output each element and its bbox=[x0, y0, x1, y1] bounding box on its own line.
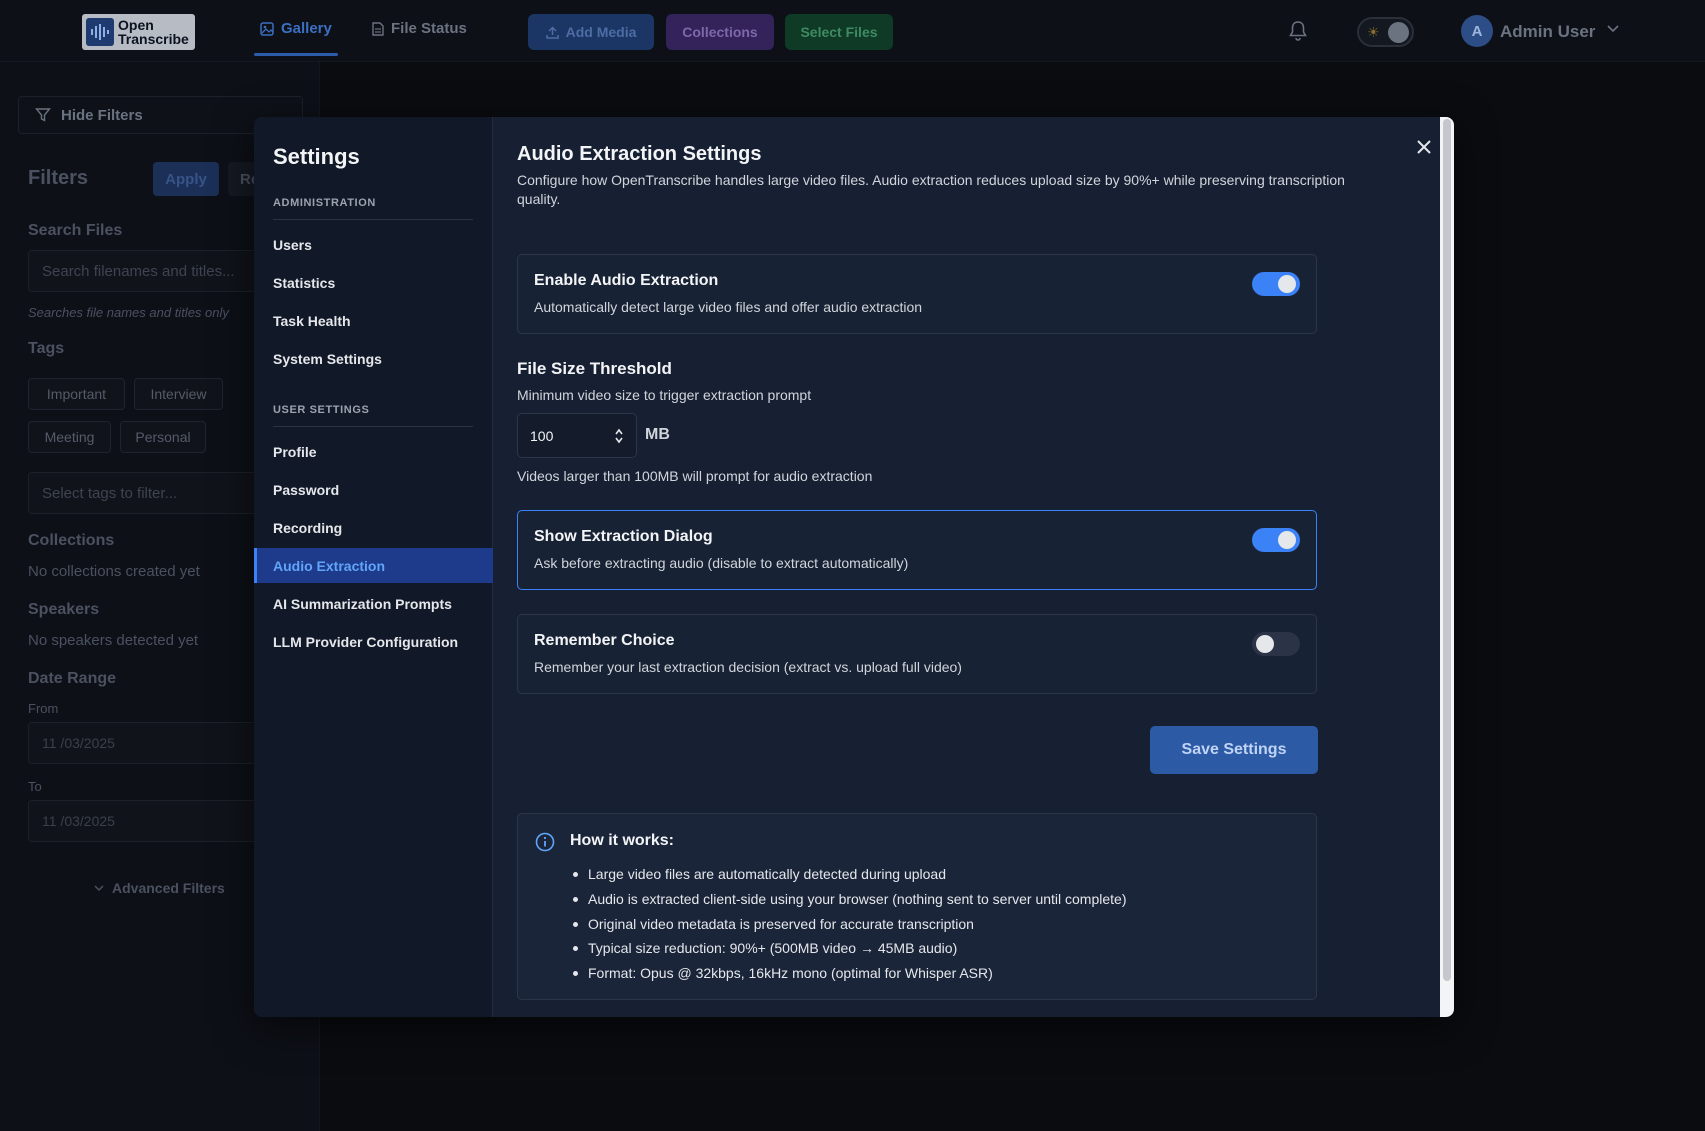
tab-file-status-label: File Status bbox=[391, 20, 467, 37]
filter-icon bbox=[35, 108, 51, 122]
section-administration: ADMINISTRATION bbox=[273, 197, 473, 220]
user-name[interactable]: Admin User bbox=[1500, 22, 1595, 42]
image-icon bbox=[260, 21, 274, 36]
tab-gallery-label: Gallery bbox=[281, 20, 332, 37]
settings-sidebar: Settings ADMINISTRATION Users Statistics… bbox=[254, 117, 493, 1017]
date-range-heading: Date Range bbox=[28, 670, 117, 687]
upload-icon bbox=[545, 25, 559, 39]
sidebar-item-users[interactable]: Users bbox=[254, 227, 493, 262]
speakers-empty-text: No speakers detected yet bbox=[28, 632, 199, 649]
sidebar-item-password[interactable]: Password bbox=[254, 472, 493, 507]
toggle-knob bbox=[1278, 531, 1296, 549]
modal-scrollbar[interactable] bbox=[1440, 117, 1454, 1017]
search-hint: Searches file names and titles only bbox=[28, 305, 229, 320]
from-label: From bbox=[28, 701, 59, 716]
tab-file-status[interactable]: File Status bbox=[372, 20, 467, 37]
enable-audio-extraction-subtitle: Automatically detect large video files a… bbox=[534, 299, 923, 315]
search-files-heading: Search Files bbox=[28, 222, 123, 239]
toggle-knob bbox=[1256, 635, 1274, 653]
list-item: Audio is extracted client-side using you… bbox=[570, 887, 1126, 912]
tag-chip[interactable]: Personal bbox=[120, 421, 206, 453]
tag-chip[interactable]: Interview bbox=[134, 378, 223, 410]
remember-choice-title: Remember Choice bbox=[534, 632, 675, 649]
how-it-works-title: How it works: bbox=[570, 832, 675, 849]
top-navbar: Open Transcribe Gallery File Status Add … bbox=[0, 0, 1705, 62]
settings-modal: Settings ADMINISTRATION Users Statistics… bbox=[254, 117, 1454, 1017]
sun-icon: ☀ bbox=[1367, 24, 1380, 40]
list-item: Typical size reduction: 90%+ (500MB vide… bbox=[570, 936, 1126, 961]
how-it-works-box: How it works: Large video files are auto… bbox=[517, 813, 1317, 1000]
toggle-knob bbox=[1278, 275, 1296, 293]
bell-icon[interactable] bbox=[1288, 20, 1308, 42]
active-tab-indicator bbox=[254, 53, 338, 56]
list-item: Large video files are automatically dete… bbox=[570, 862, 1126, 887]
enable-audio-extraction-toggle[interactable] bbox=[1252, 272, 1300, 296]
filters-title: Filters bbox=[28, 167, 89, 189]
avatar[interactable]: A bbox=[1461, 15, 1493, 47]
file-size-threshold-subtitle: Minimum video size to trigger extraction… bbox=[517, 387, 812, 403]
enable-audio-extraction-card: Enable Audio Extraction Automatically de… bbox=[517, 254, 1317, 334]
chevron-down-icon bbox=[94, 884, 104, 891]
show-extraction-dialog-card: Show Extraction Dialog Ask before extrac… bbox=[517, 510, 1317, 590]
sidebar-item-audio-extraction[interactable]: Audio Extraction bbox=[254, 548, 493, 583]
remember-choice-card: Remember Choice Remember your last extra… bbox=[517, 614, 1317, 694]
logo-text: Open Transcribe bbox=[118, 17, 189, 47]
list-item: Format: Opus @ 32kbps, 16kHz mono (optim… bbox=[570, 961, 1126, 986]
sidebar-item-llm-provider-configuration[interactable]: LLM Provider Configuration bbox=[254, 624, 493, 659]
sidebar-item-profile[interactable]: Profile bbox=[254, 434, 493, 469]
theme-toggle[interactable]: ☀ bbox=[1357, 17, 1414, 47]
tag-chip[interactable]: Meeting bbox=[28, 421, 111, 453]
show-extraction-dialog-toggle[interactable] bbox=[1252, 528, 1300, 552]
close-icon[interactable] bbox=[1412, 135, 1436, 159]
number-spinner-icon[interactable] bbox=[614, 427, 624, 445]
threshold-note: Videos larger than 100MB will prompt for… bbox=[517, 468, 873, 484]
remember-choice-toggle[interactable] bbox=[1252, 632, 1300, 656]
waveform-icon bbox=[86, 18, 114, 46]
scrollbar-thumb[interactable] bbox=[1443, 119, 1451, 981]
chevron-down-icon[interactable] bbox=[1607, 25, 1619, 33]
settings-title: Settings bbox=[273, 144, 360, 169]
show-extraction-dialog-title: Show Extraction Dialog bbox=[534, 528, 713, 545]
select-files-button[interactable]: Select Files bbox=[785, 14, 893, 50]
advanced-filters-toggle[interactable]: Advanced Filters bbox=[94, 880, 225, 896]
collections-button[interactable]: Collections bbox=[666, 14, 774, 50]
audio-extraction-panel: Audio Extraction Settings Configure how … bbox=[517, 117, 1417, 1017]
enable-audio-extraction-title: Enable Audio Extraction bbox=[534, 272, 719, 289]
file-size-threshold-title: File Size Threshold bbox=[517, 359, 672, 378]
page-title: Audio Extraction Settings bbox=[517, 143, 762, 165]
list-item: Original video metadata is preserved for… bbox=[570, 912, 1126, 937]
sidebar-item-ai-summarization-prompts[interactable]: AI Summarization Prompts bbox=[254, 586, 493, 621]
remember-choice-subtitle: Remember your last extraction decision (… bbox=[534, 659, 962, 675]
collections-heading: Collections bbox=[28, 532, 115, 549]
save-settings-button[interactable]: Save Settings bbox=[1150, 726, 1318, 774]
document-icon bbox=[372, 21, 384, 36]
sidebar-item-statistics[interactable]: Statistics bbox=[254, 265, 493, 300]
threshold-value: 100 bbox=[530, 427, 554, 444]
apply-filters-button[interactable]: Apply bbox=[153, 162, 219, 196]
page-description: Configure how OpenTranscribe handles lar… bbox=[517, 172, 1345, 207]
info-icon bbox=[535, 832, 555, 852]
to-label: To bbox=[28, 779, 42, 794]
add-media-button[interactable]: Add Media bbox=[528, 14, 654, 50]
tab-gallery[interactable]: Gallery bbox=[254, 20, 338, 56]
theme-toggle-knob bbox=[1388, 22, 1409, 43]
show-extraction-dialog-subtitle: Ask before extracting audio (disable to … bbox=[534, 555, 909, 571]
how-it-works-list: Large video files are automatically dete… bbox=[570, 862, 1126, 986]
file-size-threshold-input[interactable]: 100 bbox=[517, 413, 637, 458]
speakers-heading: Speakers bbox=[28, 601, 100, 618]
section-user-settings: USER SETTINGS bbox=[273, 404, 473, 427]
sidebar-item-recording[interactable]: Recording bbox=[254, 510, 493, 545]
sidebar-item-task-health[interactable]: Task Health bbox=[254, 303, 493, 338]
sidebar-item-system-settings[interactable]: System Settings bbox=[254, 341, 493, 376]
app-logo[interactable]: Open Transcribe bbox=[82, 14, 195, 50]
threshold-unit: MB bbox=[645, 426, 670, 443]
tag-chip[interactable]: Important bbox=[28, 378, 125, 410]
collections-empty-text: No collections created yet bbox=[28, 563, 200, 580]
tags-heading: Tags bbox=[28, 340, 65, 357]
